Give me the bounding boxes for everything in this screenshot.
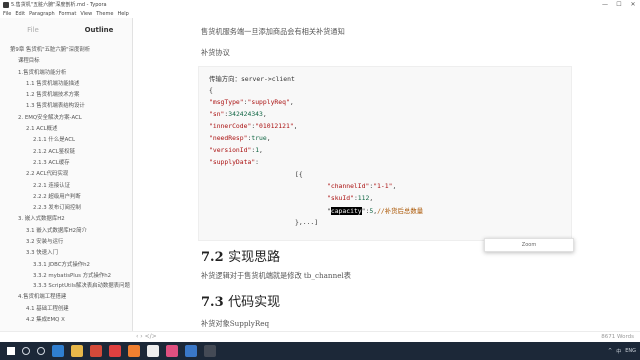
source-mode-toggle[interactable]: ‹ › </>	[136, 333, 157, 340]
outline-item[interactable]: 3.3 快速入门	[0, 248, 132, 259]
heading-code-implementation: 7.3 代码实现	[201, 295, 281, 310]
window-title: 5.售货机"五脏六腑"深度剖析.md - Typora	[11, 2, 107, 8]
outline-item[interactable]: 2. EMQ安全解决方案-ACL	[0, 113, 132, 124]
paragraph-supply-logic: 补货逻辑对于售货机端就是修改 tb_channel表	[201, 271, 351, 280]
taskbar-intellij-icon[interactable]	[166, 345, 178, 357]
outline-item[interactable]: 2.1.3 ACL缓存	[0, 158, 132, 169]
code-line: "supplyData":	[209, 158, 260, 166]
menu-paragraph[interactable]: Paragraph	[29, 11, 55, 17]
code-block[interactable]: 传输方向：server->client { "msgType":"supplyR…	[198, 66, 572, 241]
close-button[interactable]: ✕	[626, 0, 640, 9]
taskbar-chrome-icon[interactable]	[90, 345, 102, 357]
outline-item[interactable]: 3.1 嵌入式数据库H2简介	[0, 226, 132, 237]
window-controls: — ☐ ✕	[598, 0, 640, 9]
outline-item[interactable]: 3.3.3 ScriptUtils解决表启动数据表问题	[0, 282, 132, 292]
taskbar-app-red-icon[interactable]	[109, 345, 121, 357]
taskbar-app-blue-icon[interactable]	[185, 345, 197, 357]
menu-help[interactable]: Help	[117, 11, 128, 17]
outline-item[interactable]: 第9章 售货机"五脏六腑"深度剖析	[0, 45, 132, 56]
typora-app-icon	[3, 1, 9, 8]
code-line: "channelId":"1-1",	[327, 182, 397, 190]
paragraph-supply-object: 补货对象SupplyReq	[201, 319, 270, 328]
minimize-button[interactable]: —	[598, 0, 612, 9]
zoom-popup[interactable]: Zoom	[484, 238, 574, 252]
selected-text[interactable]: capacity	[330, 207, 362, 215]
menu-bar: File Edit Paragraph Format View Theme He…	[0, 9, 133, 18]
code-line: [{	[295, 170, 303, 178]
menu-file[interactable]: File	[3, 11, 11, 17]
outline-item[interactable]: 2.2 ACL代码实现	[0, 169, 132, 180]
input-method-indicator[interactable]: 中	[616, 348, 621, 355]
code-line: "msgType":"supplyReq",	[209, 98, 294, 106]
code-line: "versionId":1,	[209, 146, 263, 154]
menu-format[interactable]: Format	[59, 11, 77, 17]
menu-theme[interactable]: Theme	[96, 11, 113, 17]
tab-file[interactable]: File	[0, 26, 66, 34]
code-line: "sn":342424343,	[209, 110, 267, 118]
system-tray: ^ 中 ENG	[604, 342, 636, 360]
taskbar-app-dark-icon[interactable]	[204, 345, 216, 357]
outline-item[interactable]: 2.2.2 超级用户判断	[0, 192, 132, 203]
outline-item[interactable]: 1.售货机端功能分析	[0, 68, 132, 79]
outline-item[interactable]: 2.2.1 连接认证	[0, 181, 132, 192]
editor-area[interactable]: 售货机服务端一旦添加商品会有相关补货通知 补货协议 传输方向：server->c…	[134, 18, 640, 342]
taskbar-search-icon[interactable]	[22, 347, 30, 355]
outline-list: 第9章 售货机"五脏六腑"深度剖析 课程目标 1.售货机端功能分析 1.1 售货机端功…	[0, 42, 132, 326]
paragraph-supply-notice: 售货机服务端一旦添加商品会有相关补货通知	[201, 27, 345, 36]
tray-overflow-icon[interactable]: ^	[608, 348, 612, 354]
menu-edit[interactable]: Edit	[15, 11, 25, 17]
sidebar: File Outline 第9章 售货机"五脏六腑"深度剖析 课程目标 1.售货机端…	[0, 18, 133, 342]
outline-item[interactable]: 3. 嵌入式数据库H2	[0, 214, 132, 225]
word-count[interactable]: 8671 Words	[601, 334, 634, 340]
status-bar: ‹ › </> 8671 Words	[0, 331, 640, 342]
outline-item[interactable]: 3.2 安装与运行	[0, 237, 132, 248]
outline-item[interactable]: 2.2.3 发布订阅控制	[0, 203, 132, 214]
code-line: },...]	[295, 218, 319, 226]
menu-view[interactable]: View	[80, 11, 92, 17]
title-bar: 5.售货机"五脏六腑"深度剖析.md - Typora — ☐ ✕	[0, 0, 640, 9]
paragraph-supply-protocol: 补货协议	[201, 48, 230, 57]
code-line: "skuId":112,	[327, 194, 374, 202]
outline-item[interactable]: 3.3.1 JDBC方式操作h2	[0, 260, 132, 271]
code-line: 传输方向：server->client	[209, 75, 295, 83]
outline-item[interactable]: 4.1 基础工程创建	[0, 304, 132, 315]
heading-implementation-idea: 7.2 实现思路	[201, 250, 281, 265]
taskbar-folder-icon[interactable]	[71, 345, 83, 357]
outline-item[interactable]: 1.1 售货机端功能描述	[0, 79, 132, 90]
code-line: "innerCode":"01012121",	[209, 122, 298, 130]
outline-item[interactable]: 2.1.2 ACL鉴权链	[0, 147, 132, 158]
outline-item[interactable]: 3.3.2 mybatisPlus 方式操作h2	[0, 271, 132, 282]
outline-item[interactable]: 2.1.1 什么是ACL	[0, 135, 132, 146]
taskbar-task-view-icon[interactable]	[37, 347, 45, 355]
code-line: "capacity":5,//补货后总数量	[327, 207, 424, 215]
taskbar-typora-icon[interactable]	[147, 345, 159, 357]
outline-item[interactable]: 1.3 售货机端表结构设计	[0, 101, 132, 112]
maximize-button[interactable]: ☐	[612, 0, 626, 9]
code-line: {	[209, 86, 213, 94]
taskbar-edge-icon[interactable]	[52, 345, 64, 357]
sidebar-tabs: File Outline	[0, 18, 132, 42]
taskbar-app-orange-icon[interactable]	[128, 345, 140, 357]
outline-item[interactable]: 2.1 ACL概述	[0, 124, 132, 135]
taskbar: ^ 中 ENG	[0, 342, 640, 360]
tab-outline[interactable]: Outline	[66, 26, 132, 34]
language-indicator[interactable]: ENG	[625, 348, 636, 354]
outline-item[interactable]: 课程目标	[0, 56, 132, 67]
code-line: "needResp":true,	[209, 134, 271, 142]
outline-item[interactable]: 1.2 售货机端技术方案	[0, 90, 132, 101]
outline-item[interactable]: 4.2 集成EMQ X	[0, 315, 132, 326]
taskbar-start-icon[interactable]	[7, 347, 15, 355]
outline-item[interactable]: 4.售货机端工程搭建	[0, 292, 132, 303]
